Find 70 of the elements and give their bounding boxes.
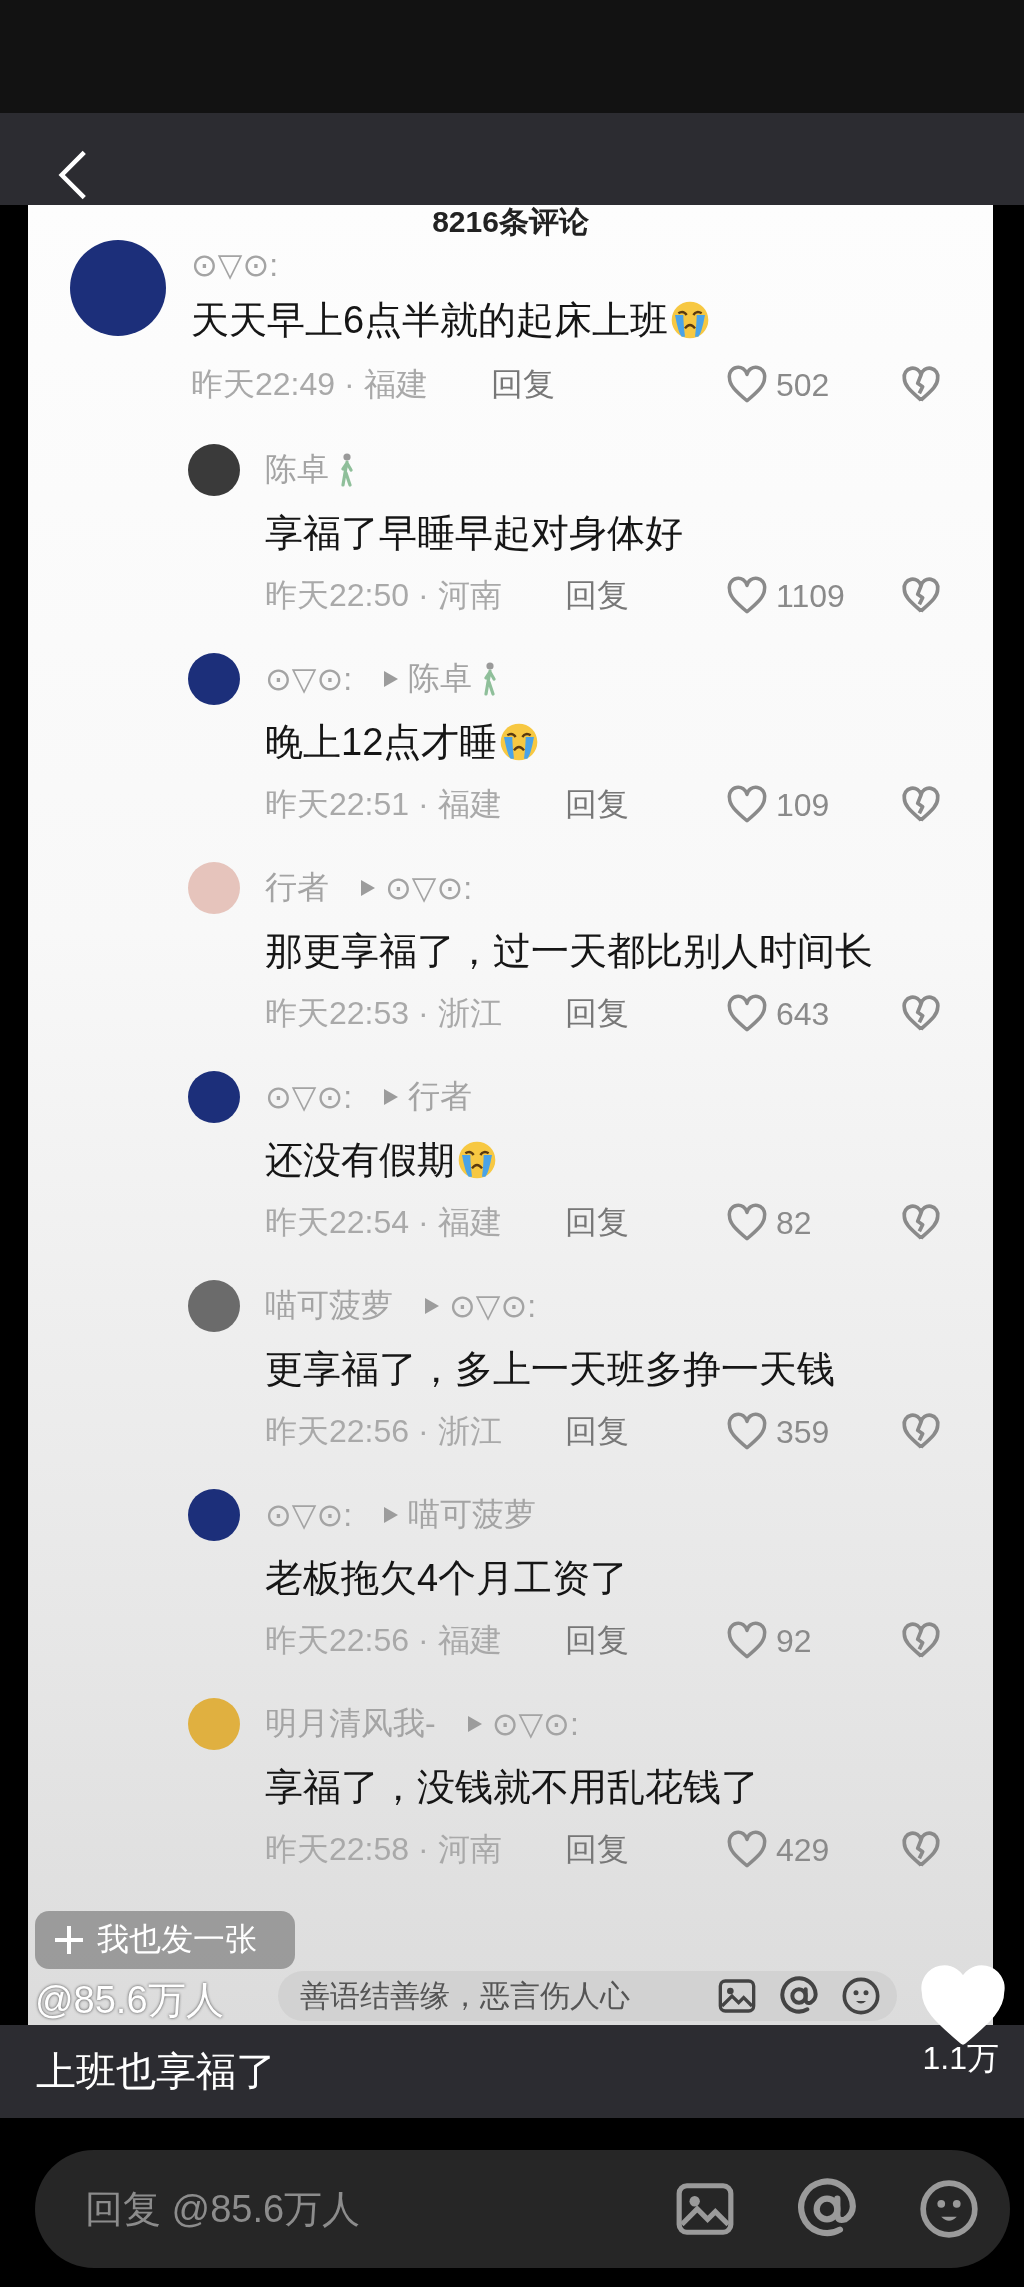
avatar[interactable] — [188, 444, 240, 496]
reply-button[interactable]: 回复 — [565, 992, 629, 1036]
comments-title: 8216条评论 — [431, 205, 590, 240]
user-name[interactable]: 陈卓 — [265, 448, 329, 492]
reply-button[interactable]: 回复 — [565, 1828, 629, 1872]
comment-text: 更享福了，多上一天班多挣一天钱 — [265, 1346, 835, 1392]
comment-text: 晚上12点才睡 — [265, 719, 498, 765]
reply-target-name[interactable]: 行者 — [408, 1075, 473, 1119]
comment-meta: 昨天22:56 · 福建 — [265, 1621, 503, 1660]
play-triangle-icon — [423, 1296, 441, 1316]
like-count: 502 — [776, 366, 831, 404]
play-triangle-icon — [359, 878, 377, 898]
user-name[interactable]: 明月清风我- — [265, 1702, 436, 1746]
comment-meta: 昨天22:49 · 福建 — [191, 365, 429, 404]
reply-target-name[interactable]: ⊙▽⊙: — [491, 1705, 579, 1743]
user-name[interactable]: ⊙▽⊙: — [265, 660, 353, 698]
like-count: 1.1万 — [922, 2039, 999, 2078]
smiley-icon[interactable] — [841, 1976, 881, 2016]
like-count: 1109 — [776, 577, 846, 615]
plus-icon — [53, 1924, 85, 1956]
mention-icon[interactable] — [779, 1976, 819, 2016]
comment-input[interactable]: 善语结善缘，恶言伤人心 — [298, 1978, 695, 2014]
comment-meta: 昨天22:53 · 浙江 — [265, 994, 503, 1033]
comment-text: 老板拖欠4个月工资了 — [265, 1555, 629, 1601]
user-name[interactable]: 喵可菠萝 — [265, 1284, 393, 1328]
like-count: 109 — [776, 786, 831, 824]
user-name[interactable]: ⊙▽⊙: — [191, 246, 279, 284]
post-button[interactable]: 我也发一张 — [35, 1911, 295, 1969]
comment-meta: 昨天22:54 · 福建 — [265, 1203, 503, 1242]
reply-button[interactable]: 回复 — [565, 574, 629, 618]
reply-button[interactable]: 回复 — [491, 363, 555, 407]
avatar[interactable] — [188, 1489, 240, 1541]
crying-emoji-icon — [457, 1140, 497, 1180]
avatar[interactable] — [188, 1071, 240, 1123]
back-icon[interactable] — [58, 149, 88, 201]
smiley-icon[interactable] — [918, 2178, 980, 2240]
like-count: 429 — [776, 1831, 831, 1869]
reply-target-name[interactable]: ⊙▽⊙: — [385, 869, 473, 907]
like-count: 643 — [776, 995, 831, 1033]
reply-target-name[interactable]: 陈卓 — [408, 657, 473, 701]
comment-text: 那更享福了，过一天都比别人时间长 — [265, 928, 873, 974]
like-count: 359 — [776, 1413, 831, 1451]
comment-field[interactable]: 善语结善缘，恶言伤人心 — [278, 1971, 897, 2021]
user-name[interactable]: ⊙▽⊙: — [265, 1496, 353, 1534]
post-caption: 上班也享福了 — [36, 2048, 277, 2095]
comment-text: 享福了，没钱就不用乱花钱了 — [265, 1764, 759, 1810]
reply-input[interactable]: 回复 @85.6万人 — [83, 2186, 614, 2232]
comment-text: 天天早上6点半就的起床上班 — [191, 297, 669, 343]
like-count: 92 — [776, 1622, 813, 1660]
user-name[interactable]: 行者 — [265, 866, 329, 910]
user-name[interactable]: ⊙▽⊙: — [265, 1078, 353, 1116]
avatar[interactable] — [188, 653, 240, 705]
crying-emoji-icon — [499, 722, 540, 762]
reply-button[interactable]: 回复 — [565, 783, 629, 827]
reply-target-name[interactable]: ⊙▽⊙: — [449, 1287, 537, 1325]
reply-target-name[interactable]: 喵可菠萝 — [408, 1493, 537, 1537]
comment-meta: 昨天22:51 · 福建 — [265, 785, 503, 824]
comment-meta: 昨天22:58 · 河南 — [265, 1830, 503, 1869]
comment-meta: 昨天22:56 · 浙江 — [265, 1412, 503, 1451]
reply-button[interactable]: 回复 — [565, 1619, 629, 1663]
reply-field[interactable]: 回复 @85.6万人 — [35, 2150, 1010, 2268]
image-icon[interactable] — [717, 1976, 757, 2016]
play-triangle-icon — [465, 1714, 484, 1734]
reply-button[interactable]: 回复 — [565, 1201, 629, 1245]
comment-text: 还没有假期 — [265, 1137, 455, 1183]
like-count: 82 — [776, 1204, 813, 1242]
reply-button[interactable]: 回复 — [565, 1410, 629, 1454]
crying-emoji-icon — [670, 300, 711, 340]
comment-text: 享福了早睡早起对身体好 — [265, 510, 683, 556]
comment-meta: 昨天22:50 · 河南 — [265, 576, 503, 615]
